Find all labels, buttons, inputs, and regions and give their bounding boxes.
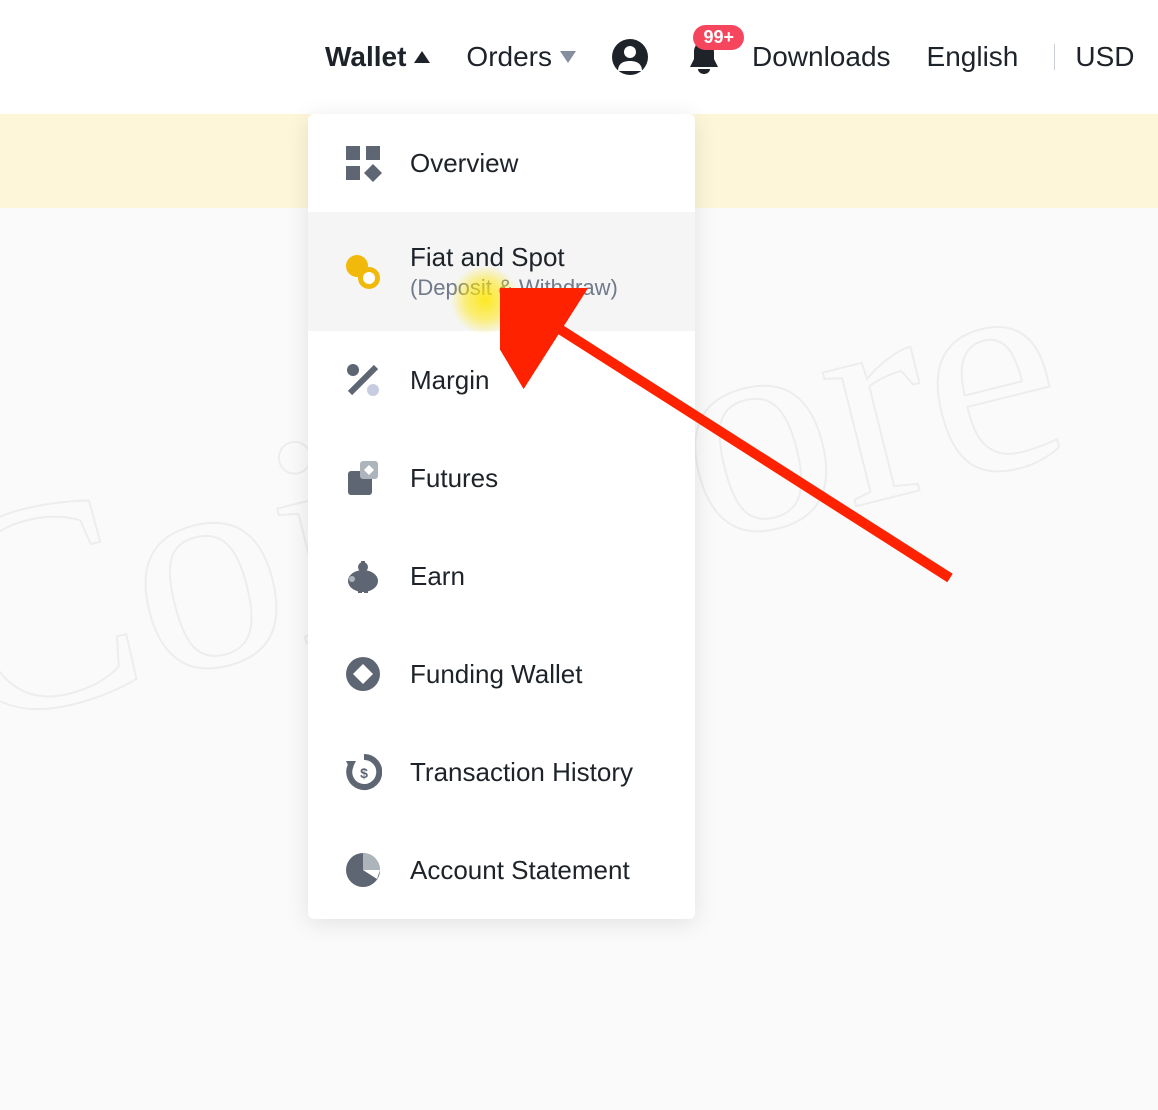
swap-icon [344,253,382,291]
menu-statement-label: Account Statement [410,855,630,886]
wallet-dropdown: Overview Fiat and Spot (Deposit & Withdr… [308,114,695,919]
menu-overview[interactable]: Overview [308,114,695,212]
topbar: Wallet Orders 99+ Downloads English USD [0,0,1158,114]
notifications-button[interactable]: 99+ [684,37,724,77]
nav-currency-label: USD [1075,41,1134,73]
earn-icon [344,557,382,595]
percent-icon [344,361,382,399]
menu-account-statement[interactable]: Account Statement [308,821,695,919]
nav-downloads-label: Downloads [752,41,891,73]
svg-text:$: $ [360,765,368,781]
menu-earn[interactable]: Earn [308,527,695,625]
menu-futures[interactable]: Futures [308,429,695,527]
funding-icon [344,655,382,693]
nav-currency[interactable]: USD [1075,41,1134,73]
notification-badge: 99+ [693,25,744,50]
account-icon[interactable] [612,39,648,75]
nav-downloads[interactable]: Downloads [752,41,891,73]
nav-orders-label: Orders [466,41,552,73]
nav-wallet-label: Wallet [325,41,406,73]
menu-funding-wallet[interactable]: Funding Wallet [308,625,695,723]
nav-orders[interactable]: Orders [466,41,576,73]
menu-futures-label: Futures [410,463,498,494]
menu-overview-label: Overview [410,148,518,179]
nav-language[interactable]: English [927,41,1019,73]
nav-wallet[interactable]: Wallet [325,41,430,73]
divider [1054,44,1055,70]
caret-up-icon [414,51,430,63]
history-icon: $ [344,753,382,791]
menu-earn-label: Earn [410,561,465,592]
futures-icon [344,459,382,497]
grid-icon [344,144,382,182]
statement-icon [344,851,382,889]
menu-fiat-spot[interactable]: Fiat and Spot (Deposit & Withdraw) [308,212,695,331]
menu-history-label: Transaction History [410,757,633,788]
menu-fiat-spot-sub: (Deposit & Withdraw) [410,275,618,301]
menu-transaction-history[interactable]: $ Transaction History [308,723,695,821]
nav-language-label: English [927,41,1019,73]
menu-funding-label: Funding Wallet [410,659,582,690]
menu-margin[interactable]: Margin [308,331,695,429]
menu-margin-label: Margin [410,365,489,396]
menu-fiat-spot-label: Fiat and Spot [410,242,618,273]
caret-down-icon [560,51,576,63]
